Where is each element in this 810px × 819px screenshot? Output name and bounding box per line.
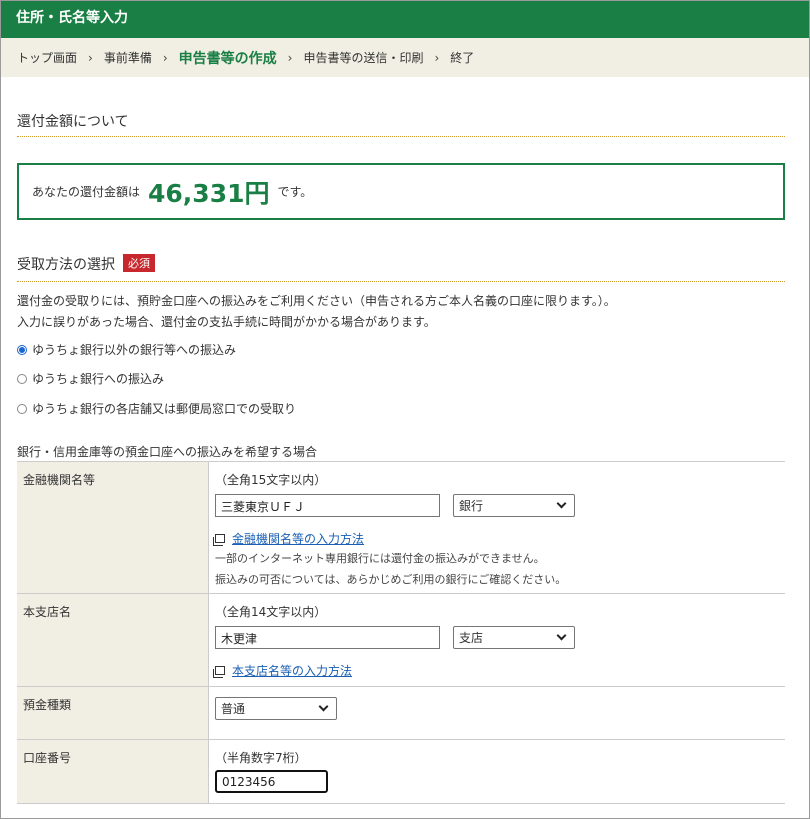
breadcrumb-item-top: トップ画面 xyxy=(17,51,78,65)
radio-label[interactable]: ゆうちょ銀行以外の銀行等への振込み xyxy=(32,341,236,358)
receive-section-label: 受取方法の選択 xyxy=(17,257,115,273)
chevron-down-icon xyxy=(556,630,567,641)
institution-label: 金融機関名等 xyxy=(17,462,209,593)
receive-description-1: 還付金の受取りには、預貯金口座への振込みをご利用ください（申告される方ご本人名義… xyxy=(17,294,616,308)
form-row-deposit-type: 預金種類 普通 xyxy=(17,687,785,740)
branch-name-input[interactable]: 木更津 xyxy=(215,626,440,649)
new-window-icon xyxy=(213,666,225,678)
breadcrumb-separator-icon: › xyxy=(88,50,93,65)
receive-section-title: 受取方法の選択 必須 xyxy=(17,254,785,274)
chevron-down-icon xyxy=(318,701,329,712)
account-number-hint: （半角数字7桁） xyxy=(215,751,307,765)
deposit-type-content: 普通 xyxy=(209,687,785,739)
form-row-account-number: 口座番号 （半角数字7桁） 0123456 xyxy=(17,740,785,804)
deposit-type-label: 預金種類 xyxy=(17,687,209,739)
bank-form-caption: 銀行・信用金庫等の預金口座への振込みを希望する場合 xyxy=(17,445,318,459)
branch-hint: （全角14文字以内） xyxy=(215,605,327,619)
institution-content: （全角15文字以内） 三菱東京ＵＦＪ 銀行 金融機関名等の入力方法 一部のインタ… xyxy=(209,462,785,593)
breadcrumb-separator-icon: › xyxy=(287,50,293,65)
breadcrumb: トップ画面 › 事前準備 › 申告書等の作成 › 申告書等の送信・印刷 › 終了 xyxy=(1,38,809,77)
branch-help-link[interactable]: 本支店名等の入力方法 xyxy=(232,662,352,679)
select-value: 普通 xyxy=(221,702,246,716)
institution-hint: （全角15文字以内） xyxy=(215,473,327,487)
page-title: 住所・氏名等入力 xyxy=(16,10,128,26)
institution-note-1: 一部のインターネット専用銀行には還付金の振込みができません。 xyxy=(215,552,545,565)
radio-checked-icon[interactable] xyxy=(17,344,27,355)
receive-description-2: 入力に誤りがあった場合、還付金の支払手続に時間がかかる場合があります。 xyxy=(17,315,436,329)
form-row-institution: 金融機関名等 （全角15文字以内） 三菱東京ＵＦＪ 銀行 金融機関名等の入力方法… xyxy=(17,462,785,594)
radio-option-yucho-transfer[interactable]: ゆうちょ銀行への振込み xyxy=(17,370,164,387)
new-window-icon xyxy=(213,534,225,546)
breadcrumb-item-end: 終了 xyxy=(450,51,475,65)
select-value: 銀行 xyxy=(459,499,484,513)
branch-help-link-row[interactable]: 本支店名等の入力方法 xyxy=(213,662,352,679)
account-number-label: 口座番号 xyxy=(17,740,209,803)
radio-unchecked-icon[interactable] xyxy=(17,403,27,414)
page-header: 住所・氏名等入力 xyxy=(1,1,809,38)
bank-form-table: 金融機関名等 （全角15文字以内） 三菱東京ＵＦＪ 銀行 金融機関名等の入力方法… xyxy=(17,461,785,804)
refund-amount-box: あなたの還付金額は 46,331円 です。 xyxy=(17,163,785,220)
refund-post-text: です。 xyxy=(277,185,313,199)
institution-help-link[interactable]: 金融機関名等の入力方法 xyxy=(232,530,364,547)
radio-label[interactable]: ゆうちょ銀行の各店舗又は郵便局窓口での受取り xyxy=(32,400,296,417)
institution-note-2: 振込みの可否については、あらかじめご利用の銀行にご確認ください。 xyxy=(215,573,567,586)
branch-content: （全角14文字以内） 木更津 支店 本支店名等の入力方法 xyxy=(209,594,785,686)
breadcrumb-item-current: 申告書等の作成 xyxy=(178,50,277,67)
breadcrumb-item-preparation: 事前準備 xyxy=(103,51,152,65)
refund-section-title: 還付金額について xyxy=(17,114,129,130)
select-value: 支店 xyxy=(459,631,484,645)
chevron-down-icon xyxy=(556,498,567,509)
breadcrumb-item-submit: 申告書等の送信・印刷 xyxy=(303,51,424,65)
required-badge: 必須 xyxy=(123,254,155,272)
branch-label: 本支店名 xyxy=(17,594,209,686)
institution-help-link-row[interactable]: 金融機関名等の入力方法 xyxy=(213,530,364,547)
breadcrumb-separator-icon: › xyxy=(434,50,440,65)
radio-unchecked-icon[interactable] xyxy=(17,373,27,384)
section-divider xyxy=(17,281,785,282)
form-row-branch: 本支店名 （全角14文字以内） 木更津 支店 本支店名等の入力方法 xyxy=(17,594,785,687)
refund-amount: 46,331円 xyxy=(148,178,270,208)
account-number-content: （半角数字7桁） 0123456 xyxy=(209,740,785,803)
radio-label[interactable]: ゆうちょ銀行への振込み xyxy=(32,370,164,387)
radio-option-yucho-counter[interactable]: ゆうちょ銀行の各店舗又は郵便局窓口での受取り xyxy=(17,400,296,417)
page-frame: 住所・氏名等入力 トップ画面 › 事前準備 › 申告書等の作成 › 申告書等の送… xyxy=(0,0,810,819)
deposit-type-select[interactable]: 普通 xyxy=(215,697,337,720)
institution-name-input[interactable]: 三菱東京ＵＦＪ xyxy=(215,494,440,517)
breadcrumb-separator-icon: › xyxy=(162,50,168,65)
institution-type-select[interactable]: 銀行 xyxy=(453,494,575,517)
branch-type-select[interactable]: 支店 xyxy=(453,626,575,649)
section-divider xyxy=(17,136,785,137)
radio-option-other-bank[interactable]: ゆうちょ銀行以外の銀行等への振込み xyxy=(17,341,236,358)
account-number-input[interactable]: 0123456 xyxy=(215,770,328,793)
refund-pre-text: あなたの還付金額は xyxy=(32,185,141,199)
